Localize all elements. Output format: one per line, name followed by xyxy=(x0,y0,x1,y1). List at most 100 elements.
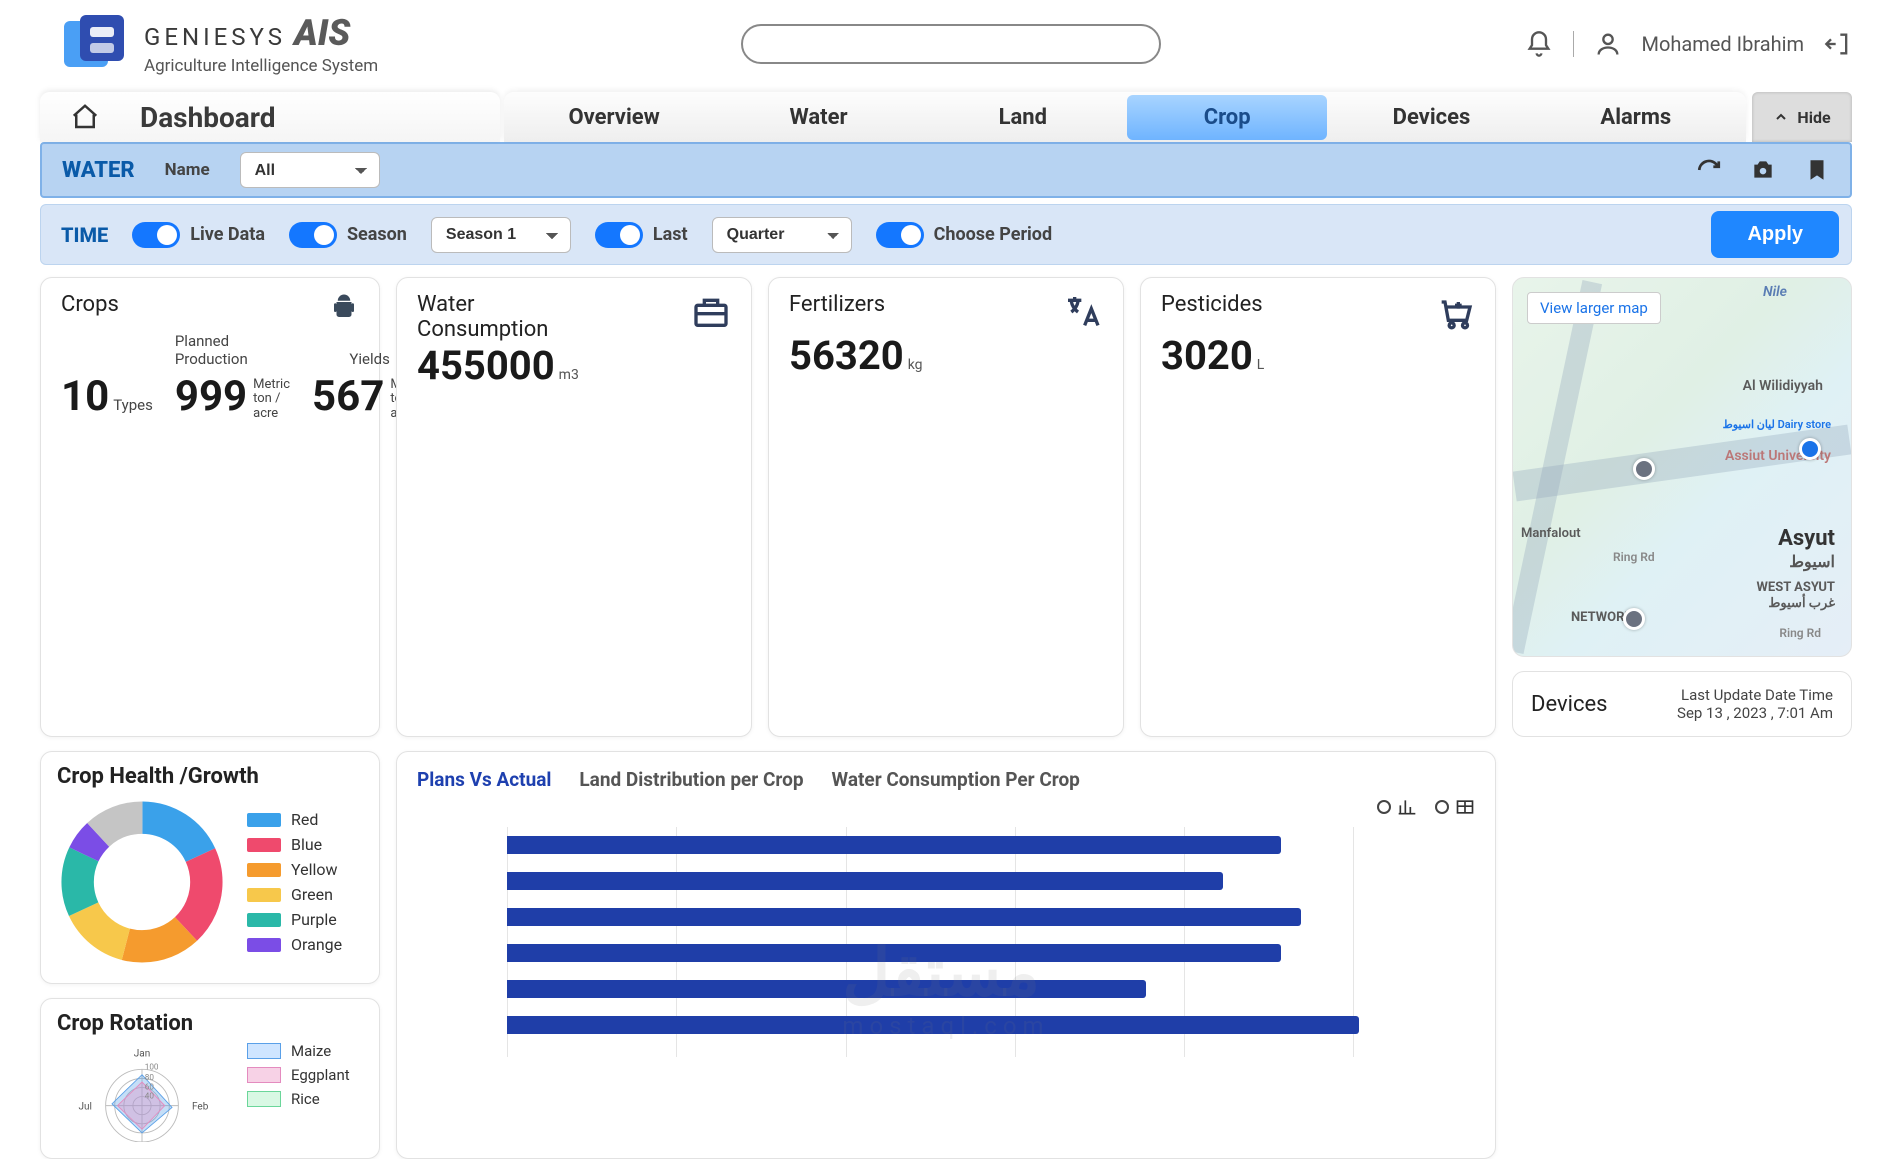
toggle-season-label: Season xyxy=(347,224,407,245)
tab-row: Dashboard Overview Water Land Crop Devic… xyxy=(40,92,1852,142)
tab-devices[interactable]: Devices xyxy=(1331,95,1531,140)
water-unit: m3 xyxy=(559,367,579,383)
tab-overview[interactable]: Overview xyxy=(514,95,714,140)
legend-label: Purple xyxy=(291,910,337,929)
crops-types-label: Types xyxy=(113,396,153,414)
cart-icon xyxy=(1435,292,1475,332)
card-crops: Crops 10 Types Planned Production 999Met… xyxy=(40,277,380,737)
dashboard-title: Dashboard xyxy=(140,101,276,134)
legend-item: Rice xyxy=(247,1090,350,1108)
bookmark-icon[interactable] xyxy=(1804,157,1830,183)
bar-chart-icon xyxy=(1397,797,1417,817)
tab-water[interactable]: Water xyxy=(718,95,918,140)
table-icon xyxy=(1455,797,1475,817)
view-table-toggle[interactable] xyxy=(1435,797,1475,817)
time-bar: TIME Live Data Season Season 1 Last Quar… xyxy=(40,204,1852,265)
tab-land[interactable]: Land xyxy=(923,95,1123,140)
filter-name-label: Name xyxy=(165,160,210,180)
tab-alarms[interactable]: Alarms xyxy=(1536,95,1736,140)
toggle-choose-period-label: Choose Period xyxy=(934,224,1052,245)
last-select[interactable]: Quarter xyxy=(712,217,852,253)
bar-track xyxy=(507,980,1475,998)
map-pin xyxy=(1633,458,1655,480)
search-box[interactable] xyxy=(741,24,1161,64)
hide-flap[interactable]: Hide xyxy=(1752,92,1852,142)
dashboard-tab[interactable]: Dashboard xyxy=(40,92,500,142)
devices-title: Devices xyxy=(1531,692,1608,717)
fert-unit: kg xyxy=(908,357,923,373)
legend-item: Green xyxy=(247,885,342,904)
map-label-dairy: ليان اسيوط Dairy store xyxy=(1723,418,1831,431)
legend-label: Rice xyxy=(291,1090,320,1108)
tab-crop[interactable]: Crop xyxy=(1127,95,1327,140)
view-larger-map[interactable]: View larger map xyxy=(1527,292,1661,324)
camera-icon[interactable] xyxy=(1750,157,1776,183)
second-row: Crop Health /Growth RedBlueYellowGreenPu… xyxy=(40,751,1852,1159)
toggle-last-label: Last xyxy=(653,224,688,245)
planned-unit: Metric ton / acre xyxy=(253,378,290,421)
brand-product: AIS xyxy=(294,12,350,54)
filter-name-select[interactable]: All xyxy=(240,152,380,188)
toggle-live-data[interactable] xyxy=(132,222,180,248)
rotation-legend: MaizeEggplantRice xyxy=(247,1042,350,1142)
logo-icon xyxy=(60,15,128,73)
map-label-manfalout: Manfalout xyxy=(1521,526,1581,541)
chart-tab-plans[interactable]: Plans Vs Actual xyxy=(417,768,551,791)
user-icon[interactable] xyxy=(1594,30,1622,58)
svg-text:Jan: Jan xyxy=(134,1049,150,1060)
fert-title: Fertilizers xyxy=(789,292,885,317)
legend-label: Orange xyxy=(291,935,342,954)
legend-swatch xyxy=(247,838,281,852)
map-label-asyut: Asyut xyxy=(1778,526,1835,551)
search-input[interactable] xyxy=(741,24,1161,64)
chart-tab-land[interactable]: Land Distribution per Crop xyxy=(579,768,803,791)
briefcase-icon xyxy=(691,292,731,332)
legend-swatch xyxy=(247,1067,281,1083)
legend-label: Eggplant xyxy=(291,1066,350,1084)
yields-label: Yields xyxy=(349,350,389,368)
legend-swatch xyxy=(247,1091,281,1107)
toggle-choose-period[interactable] xyxy=(876,222,924,248)
apply-button[interactable]: Apply xyxy=(1711,211,1839,258)
legend-swatch xyxy=(247,888,281,902)
donut-chart xyxy=(57,797,227,967)
legend-swatch xyxy=(247,913,281,927)
bell-icon[interactable] xyxy=(1525,30,1553,58)
map-label-west-ar: غرب أسيوط xyxy=(1768,596,1835,611)
user-name: Mohamed Ibrahim xyxy=(1642,32,1805,56)
pest-unit: L xyxy=(1257,357,1265,373)
pest-value: 3020 xyxy=(1161,332,1253,379)
bar-row: Cauliflower xyxy=(507,935,1475,971)
bar-track xyxy=(507,944,1475,962)
bar-row: Potato xyxy=(507,1007,1475,1043)
card-chart: Plans Vs Actual Land Distribution per Cr… xyxy=(396,751,1496,1159)
chart-tabs: Plans Vs Actual Land Distribution per Cr… xyxy=(417,768,1475,791)
bar-fill xyxy=(507,908,1301,926)
refresh-icon[interactable] xyxy=(1696,157,1722,183)
card-pesticides: Pesticides 3020 L xyxy=(1140,277,1496,737)
legend-item: Blue xyxy=(247,835,342,854)
chart-tab-water[interactable]: Water Consumption Per Crop xyxy=(832,768,1080,791)
toggle-last[interactable] xyxy=(595,222,643,248)
map-label-asyut-ar: اسیوط xyxy=(1789,552,1835,571)
bar-track xyxy=(507,908,1475,926)
card-crop-rotation: Crop Rotation Jan Feb Jul 100 80 60 40 xyxy=(40,998,380,1159)
devices-updated-value: Sep 13 , 2023 , 7:01 Am xyxy=(1677,704,1833,722)
map-pin xyxy=(1799,438,1821,460)
brand-tagline: Agriculture Intelligence System xyxy=(144,56,378,76)
hide-label: Hide xyxy=(1797,108,1830,127)
radar-chart: Jan Feb Jul 100 80 60 40 xyxy=(57,1042,227,1142)
card-crop-health: Crop Health /Growth RedBlueYellowGreenPu… xyxy=(40,751,380,984)
map-card[interactable]: View larger map Nile Al Wilidiyyah Assiu… xyxy=(1512,277,1852,657)
legend-item: Eggplant xyxy=(247,1066,350,1084)
android-icon xyxy=(329,292,359,322)
season-select[interactable]: Season 1 xyxy=(431,217,571,253)
view-chart-toggle[interactable] xyxy=(1377,797,1417,817)
toggle-season[interactable] xyxy=(289,222,337,248)
logout-icon[interactable] xyxy=(1824,30,1852,58)
svg-text:Jul: Jul xyxy=(79,1101,92,1112)
filter-section-label: WATER xyxy=(62,158,135,183)
legend-swatch xyxy=(247,938,281,952)
translate-icon xyxy=(1063,292,1103,332)
water-value: 455000 xyxy=(417,342,555,389)
